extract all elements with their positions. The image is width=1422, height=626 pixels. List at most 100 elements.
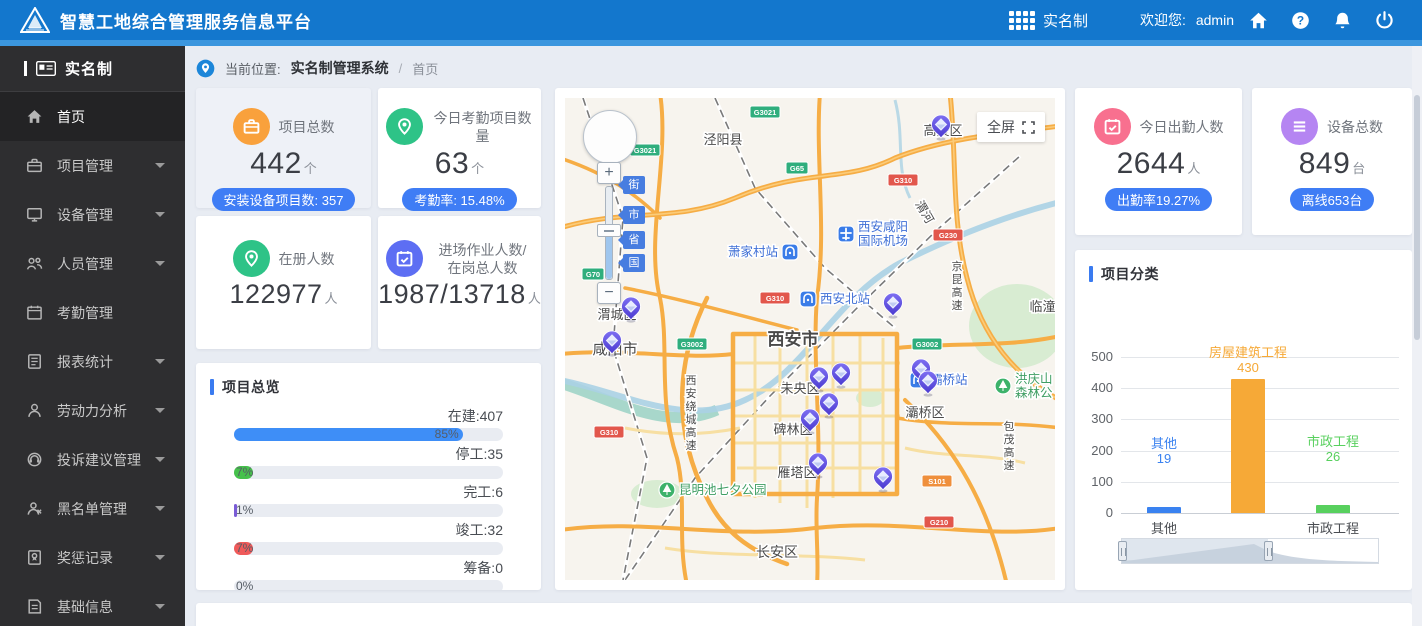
map-region-label: 京昆高速	[952, 259, 963, 312]
sidebar-brand: 实名制	[0, 46, 185, 92]
overview-bar-label: 筹备:0	[463, 560, 503, 576]
home-icon[interactable]	[1240, 7, 1276, 33]
sidebar-item-label: 劳动力分析	[57, 402, 127, 419]
pin-circle-icon	[386, 108, 423, 145]
svg-text:G230: G230	[939, 231, 957, 240]
overview-bar-row: 完工:6 1%	[234, 482, 503, 517]
project-category-panel: 项目分类 0 100 200 300 400 500 其他 19 其他 房屋建筑工程 430 市政工程…	[1075, 250, 1412, 590]
overview-bar-percent: 7%	[236, 541, 254, 555]
chevron-down-icon	[155, 408, 165, 413]
stat-card-today-attendance: 今日出勤人数 2644 人 出勤率19.27%	[1075, 88, 1242, 235]
welcome-text: 欢迎您:	[1139, 12, 1186, 28]
sidebar-item-2[interactable]: 设备管理	[0, 190, 185, 239]
stat-card-value: 122977	[229, 279, 323, 309]
pan-left-icon[interactable]	[591, 132, 601, 142]
svg-text:昆明池七夕公园: 昆明池七夕公园	[679, 483, 767, 497]
sidebar-item-9[interactable]: 奖惩记录	[0, 533, 185, 582]
chart-bar-label: 其他 19	[1109, 436, 1219, 466]
sidebar-item-7[interactable]: 投诉建议管理	[0, 435, 185, 484]
report-icon	[26, 353, 43, 370]
stat-card-value: 1987/13718	[378, 279, 526, 309]
stat-card-unit: 个	[303, 161, 317, 176]
breadcrumb-prefix: 当前位置:	[225, 61, 281, 77]
map-zoom-level-省[interactable]: 省	[618, 231, 645, 249]
sidebar-item-label: 人员管理	[57, 255, 113, 272]
chart-bar-房屋建筑工程[interactable]	[1231, 378, 1265, 513]
bottom-panel	[196, 603, 1412, 626]
chart-bar-其他[interactable]	[1147, 507, 1181, 513]
datazoom-left-handle[interactable]	[1118, 541, 1127, 561]
map[interactable]: 泾阳县高陵区渭城区咸阳市西安市未央区碑林区雁塔区灞桥区长安区临潼区渭河京昆高速西…	[565, 98, 1055, 580]
chart-bar-value: 19	[1156, 451, 1172, 467]
sidebar-item-10[interactable]: 基础信息	[0, 582, 185, 626]
pan-right-icon[interactable]	[619, 132, 629, 142]
calendar-check-circle-icon	[386, 240, 423, 277]
logout-icon[interactable]	[1366, 7, 1402, 33]
chart-bar-name: 市政工程	[1306, 433, 1359, 449]
datazoom-right-handle[interactable]	[1263, 541, 1273, 561]
help-icon[interactable]: ?	[1282, 7, 1318, 33]
overview-bar-label: 竣工:32	[455, 522, 503, 538]
overview-bar-percent: 0%	[236, 579, 254, 591]
road-shield: G3002	[676, 337, 708, 351]
username: admin	[1195, 12, 1234, 28]
breadcrumb-current: 首页	[412, 61, 439, 77]
chart-datazoom-slider[interactable]	[1118, 538, 1379, 564]
chart-ytick-label: 400	[1091, 380, 1113, 396]
svg-text:森林公: 森林公	[1015, 385, 1053, 400]
list-circle-icon	[1281, 108, 1318, 145]
svg-text:G310: G310	[894, 176, 912, 185]
sidebar-item-3[interactable]: 人员管理	[0, 239, 185, 288]
svg-text:G310: G310	[600, 428, 618, 437]
stat-card-label: 设备总数	[1327, 118, 1383, 135]
module-label: 实名制	[1042, 12, 1088, 30]
chart-bar-value: 26	[1325, 448, 1341, 464]
svg-text:G210: G210	[930, 518, 948, 527]
map-zoom-level-街[interactable]: 街	[618, 176, 645, 194]
sidebar-item-4[interactable]: 考勤管理	[0, 288, 185, 337]
map-zoom-out-button[interactable]: −	[597, 282, 621, 304]
map-pan-control[interactable]	[583, 110, 637, 164]
sidebar-item-8[interactable]: 黑名单管理	[0, 484, 185, 533]
pan-up-icon[interactable]	[605, 118, 615, 128]
svg-text:萧家村站: 萧家村站	[728, 244, 778, 259]
calendar-check-circle-icon	[1093, 108, 1131, 145]
map-panel: 泾阳县高陵区渭城区咸阳市西安市未央区碑林区雁塔区灞桥区长安区临潼区渭河京昆高速西…	[555, 88, 1065, 590]
svg-text:西安北站: 西安北站	[820, 291, 870, 306]
sidebar-item-5[interactable]: 报表统计	[0, 337, 185, 386]
sidebar-item-6[interactable]: 劳动力分析	[0, 386, 185, 435]
module-switch[interactable]: 实名制	[1008, 10, 1088, 31]
map-fullscreen-button[interactable]: 全屏	[977, 112, 1045, 142]
sidebar-item-label: 报表统计	[57, 353, 113, 370]
overview-bar-percent: 85%	[434, 427, 459, 441]
page-scrollbar[interactable]	[1412, 46, 1422, 626]
svg-text:G310: G310	[766, 294, 784, 303]
fullscreen-icon	[1022, 120, 1035, 134]
svg-text:G3021: G3021	[634, 146, 657, 155]
bell-icon[interactable]	[1324, 7, 1360, 33]
award-icon	[26, 549, 43, 566]
page-scrollbar-thumb[interactable]	[1414, 95, 1420, 340]
chart-bar-name: 其他	[1150, 436, 1177, 452]
sidebar-item-label: 投诉建议管理	[57, 451, 141, 468]
chart-bar-市政工程[interactable]	[1316, 504, 1350, 513]
stat-card-onsite-people: 进场作业人数/在岗总人数 1987/13718 人	[378, 216, 541, 349]
sidebar-item-0[interactable]: 首页	[0, 92, 185, 141]
map-poi-metro: 西安北站	[799, 290, 872, 308]
breadcrumb-root[interactable]: 实名制管理系统	[291, 58, 389, 78]
sidebar-item-label: 黑名单管理	[57, 500, 127, 517]
stat-card-value: 442	[250, 147, 302, 180]
stat-card-attendance-projects: 今日考勤项目数量 63 个 考勤率: 15.48%	[378, 88, 541, 211]
location-pin-icon	[196, 59, 215, 77]
map-zoom-level-市[interactable]: 市	[618, 206, 645, 224]
sidebar-item-1[interactable]: 项目管理	[0, 141, 185, 190]
pan-down-icon[interactable]	[605, 146, 615, 156]
map-region-label: 临潼区	[1029, 299, 1055, 314]
map-region-label: 西安市	[768, 329, 819, 349]
device-icon	[26, 206, 43, 223]
breadcrumb-separator: /	[398, 60, 403, 76]
svg-text:?: ?	[1296, 13, 1303, 27]
chart-bar-name: 房屋建筑工程	[1208, 344, 1287, 360]
map-zoom-level-国[interactable]: 国	[618, 254, 645, 272]
overview-bar-row: 在建:407 85%	[234, 406, 503, 441]
